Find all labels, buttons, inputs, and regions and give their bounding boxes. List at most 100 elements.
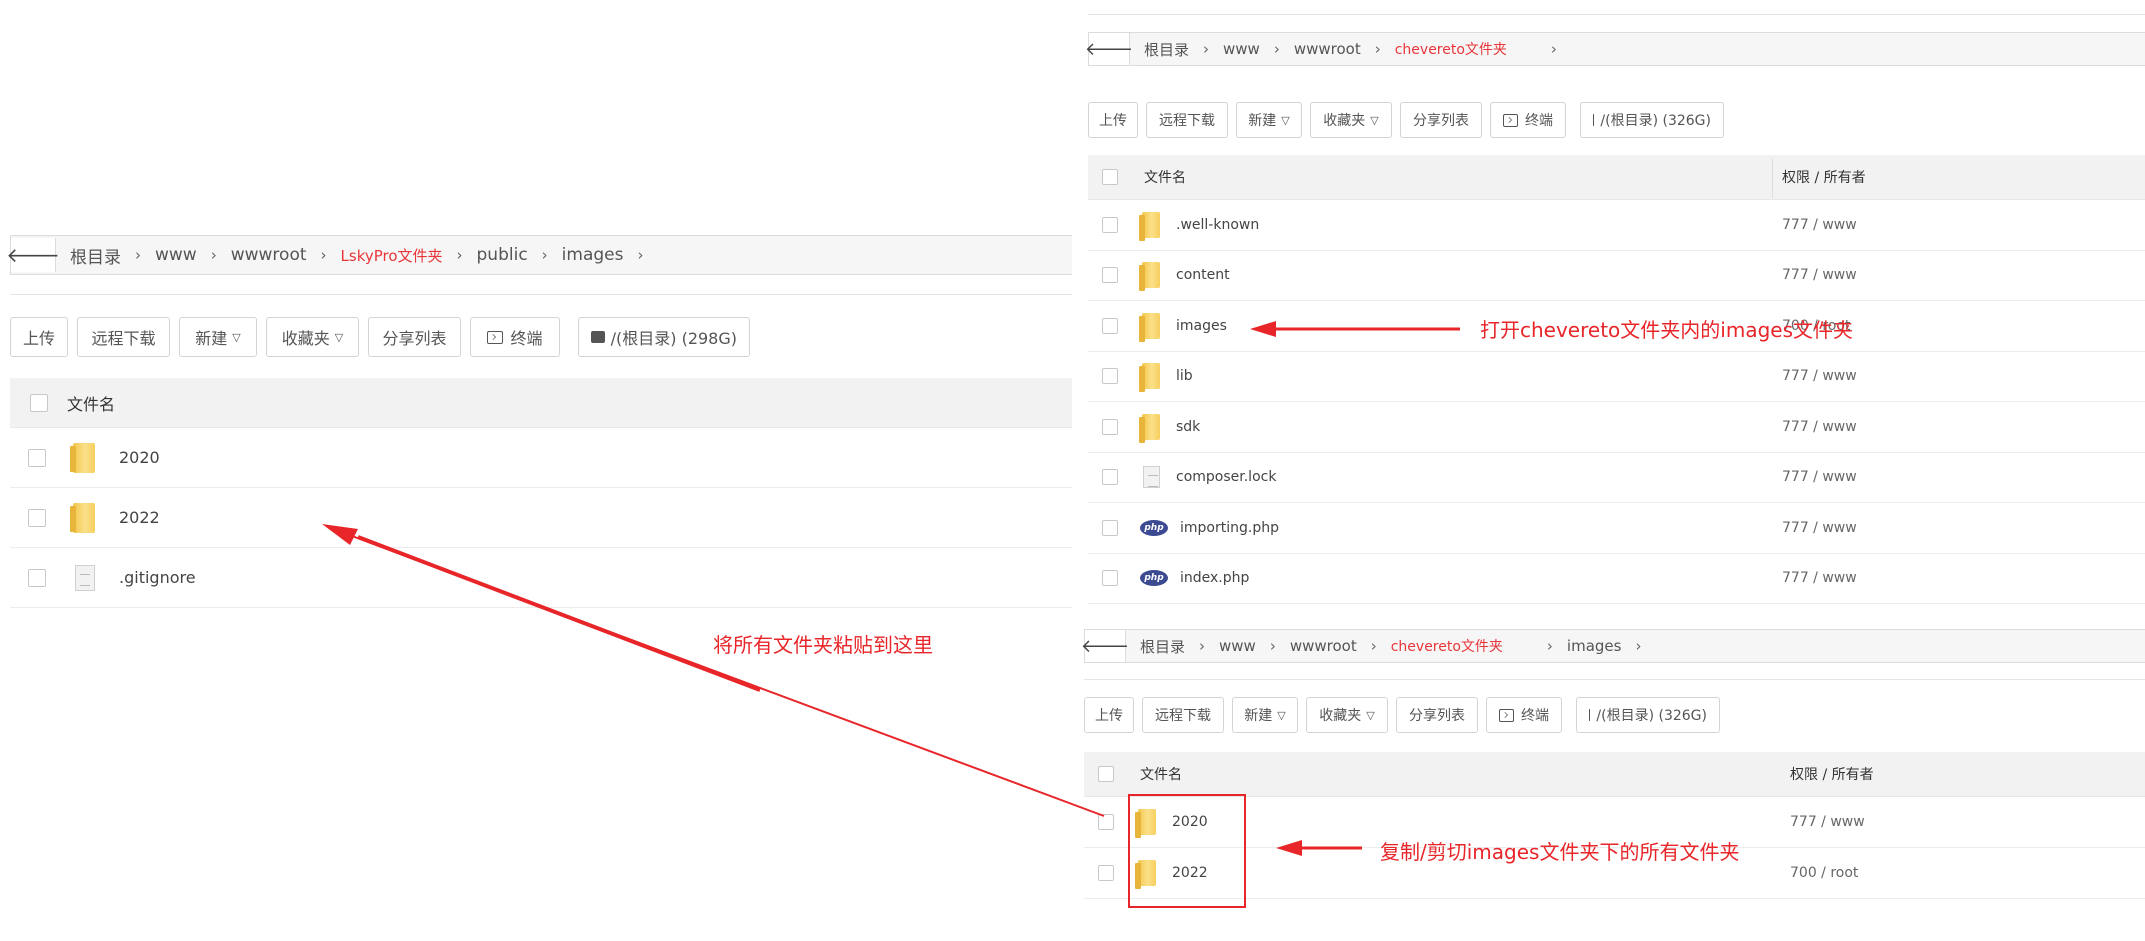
row-checkbox[interactable] [1102, 267, 1118, 284]
file-name[interactable]: 2022 [119, 508, 160, 527]
terminal-button[interactable]: 终端 [470, 317, 560, 357]
divider [10, 294, 1072, 295]
table-row[interactable]: 2020 [10, 428, 1072, 488]
crumb-wwwroot[interactable]: wwwroot [231, 245, 307, 265]
divider [1772, 158, 1773, 198]
file-permission: 777 / www [1790, 814, 1865, 830]
crumb-chevereto[interactable]: chevereto文件夹 [1391, 636, 1503, 656]
file-permission: 777 / www [1782, 267, 1857, 284]
favorites-dropdown-button[interactable]: 收藏夹 ▽ [1310, 102, 1392, 138]
crumb-www[interactable]: www [155, 245, 197, 265]
table-row[interactable]: sdk 777 / www [1088, 402, 2145, 453]
file-name[interactable]: content [1176, 267, 1230, 283]
share-list-button[interactable]: 分享列表 [368, 317, 461, 357]
row-checkbox[interactable] [1102, 469, 1118, 486]
row-checkbox[interactable] [1102, 368, 1118, 385]
file-name[interactable]: 2020 [119, 448, 160, 467]
select-all-checkbox[interactable] [1102, 169, 1118, 185]
crumb-root[interactable]: 根目录 [1140, 636, 1185, 657]
disk-button[interactable]: /(根目录) (326G) [1576, 697, 1720, 733]
terminal-button[interactable]: 终端 [1486, 697, 1562, 733]
selection-box [1128, 794, 1246, 908]
new-dropdown-button[interactable]: 新建 ▽ [179, 317, 257, 357]
file-name[interactable]: index.php [1180, 570, 1249, 586]
upload-label: 上传 [1099, 113, 1127, 129]
php-badge-text: php [1144, 573, 1164, 584]
crumb-root[interactable]: 根目录 [70, 243, 121, 268]
php-badge-text: php [1144, 522, 1164, 533]
disk-label: /(根目录) (326G) [1600, 113, 1711, 129]
select-all-checkbox[interactable] [1098, 766, 1114, 782]
new-dropdown-button[interactable]: 新建 ▽ [1232, 697, 1298, 733]
file-name[interactable]: .well-known [1176, 217, 1259, 233]
new-label: 新建 [1248, 113, 1277, 129]
upload-button[interactable]: 上传 [1084, 697, 1134, 733]
row-checkbox[interactable] [28, 568, 46, 587]
table-row[interactable]: content 777 / www [1088, 251, 2145, 301]
remote-download-label: 远程下载 [91, 329, 156, 348]
breadcrumb: 根目录 › www › wwwroot › LskyPro文件夹 › public › i… [56, 243, 657, 268]
row-checkbox[interactable] [1102, 317, 1118, 334]
chevron-down-icon: ▽ [1366, 708, 1375, 722]
row-checkbox[interactable] [1102, 570, 1118, 587]
disk-icon [591, 331, 605, 343]
table-row[interactable]: .well-known 777 / www [1088, 200, 2145, 251]
table-row[interactable]: lib 777 / www [1088, 352, 2145, 402]
col-name-header: 文件名 [1144, 170, 1186, 186]
crumb-wwwroot[interactable]: wwwroot [1290, 637, 1357, 655]
row-checkbox[interactable] [1102, 519, 1118, 536]
crumb-root[interactable]: 根目录 [1144, 39, 1189, 60]
remote-download-button[interactable]: 远程下载 [1142, 697, 1224, 733]
favorites-dropdown-button[interactable]: 收藏夹 ▽ [266, 317, 359, 357]
back-arrow-icon[interactable]: 🡐 [1081, 630, 1129, 662]
select-all-checkbox[interactable] [30, 393, 48, 412]
crumb-www[interactable]: www [1223, 40, 1260, 58]
row-checkbox[interactable] [28, 508, 46, 527]
file-name[interactable]: lib [1176, 368, 1193, 384]
favorites-dropdown-button[interactable]: 收藏夹 ▽ [1306, 697, 1388, 733]
breadcrumb: 根目录 › www › wwwroot › chevereto文件夹 › images › [1126, 636, 1655, 657]
disk-button[interactable]: /(根目录) (298G) [578, 317, 750, 357]
back-arrow-icon[interactable]: 🡐 [6, 238, 60, 272]
file-name[interactable]: sdk [1176, 419, 1200, 435]
upload-button[interactable]: 上传 [1088, 102, 1138, 138]
row-checkbox[interactable] [1098, 865, 1114, 881]
table-row[interactable]: composer.lock 777 / www [1088, 453, 2145, 503]
chevron-down-icon: ▽ [334, 330, 344, 344]
crumb-images[interactable]: images [562, 245, 624, 265]
row-checkbox[interactable] [1102, 216, 1118, 233]
back-arrow-icon[interactable]: 🡐 [1085, 33, 1133, 65]
crumb-public[interactable]: public [477, 245, 528, 265]
crumb-www[interactable]: www [1219, 637, 1256, 655]
row-checkbox[interactable] [1098, 814, 1114, 830]
terminal-icon [1499, 708, 1514, 722]
file-name[interactable]: composer.lock [1176, 469, 1276, 485]
share-list-button[interactable]: 分享列表 [1400, 102, 1482, 138]
new-dropdown-button[interactable]: 新建 ▽ [1236, 102, 1302, 138]
table-row[interactable]: 2022 [10, 488, 1072, 548]
upload-button[interactable]: 上传 [10, 317, 68, 357]
table-row[interactable]: php importing.php 777 / www [1088, 503, 2145, 554]
table-row[interactable]: .gitignore [10, 548, 1072, 608]
file-name[interactable]: images [1176, 318, 1227, 334]
remote-download-button[interactable]: 远程下载 [1146, 102, 1228, 138]
crumb-lskypro[interactable]: LskyPro文件夹 [341, 245, 443, 266]
row-checkbox[interactable] [1102, 418, 1118, 435]
file-name[interactable]: .gitignore [119, 568, 196, 587]
remote-download-button[interactable]: 远程下载 [77, 317, 170, 357]
crumb-images[interactable]: images [1567, 637, 1622, 655]
crumb-wwwroot[interactable]: wwwroot [1294, 40, 1361, 58]
bottom-right-breadcrumb-bar: 🡐 根目录 › www › wwwroot › chevereto文件夹 › image… [1081, 629, 2145, 663]
favorites-label: 收藏夹 [281, 329, 330, 348]
remote-download-label: 远程下载 [1159, 113, 1215, 129]
crumb-chevereto[interactable]: chevereto文件夹 [1395, 39, 1507, 59]
file-permission: 700 / root [1790, 865, 1859, 881]
share-list-button[interactable]: 分享列表 [1396, 697, 1478, 733]
col-perm-header: 权限 / 所有者 [1790, 767, 1874, 783]
row-checkbox[interactable] [28, 448, 46, 467]
file-name[interactable]: importing.php [1180, 520, 1279, 536]
file-icon [75, 564, 95, 591]
table-row[interactable]: php index.php 777 / www [1088, 554, 2145, 604]
terminal-button[interactable]: 终端 [1490, 102, 1566, 138]
disk-button[interactable]: /(根目录) (326G) [1580, 102, 1724, 138]
